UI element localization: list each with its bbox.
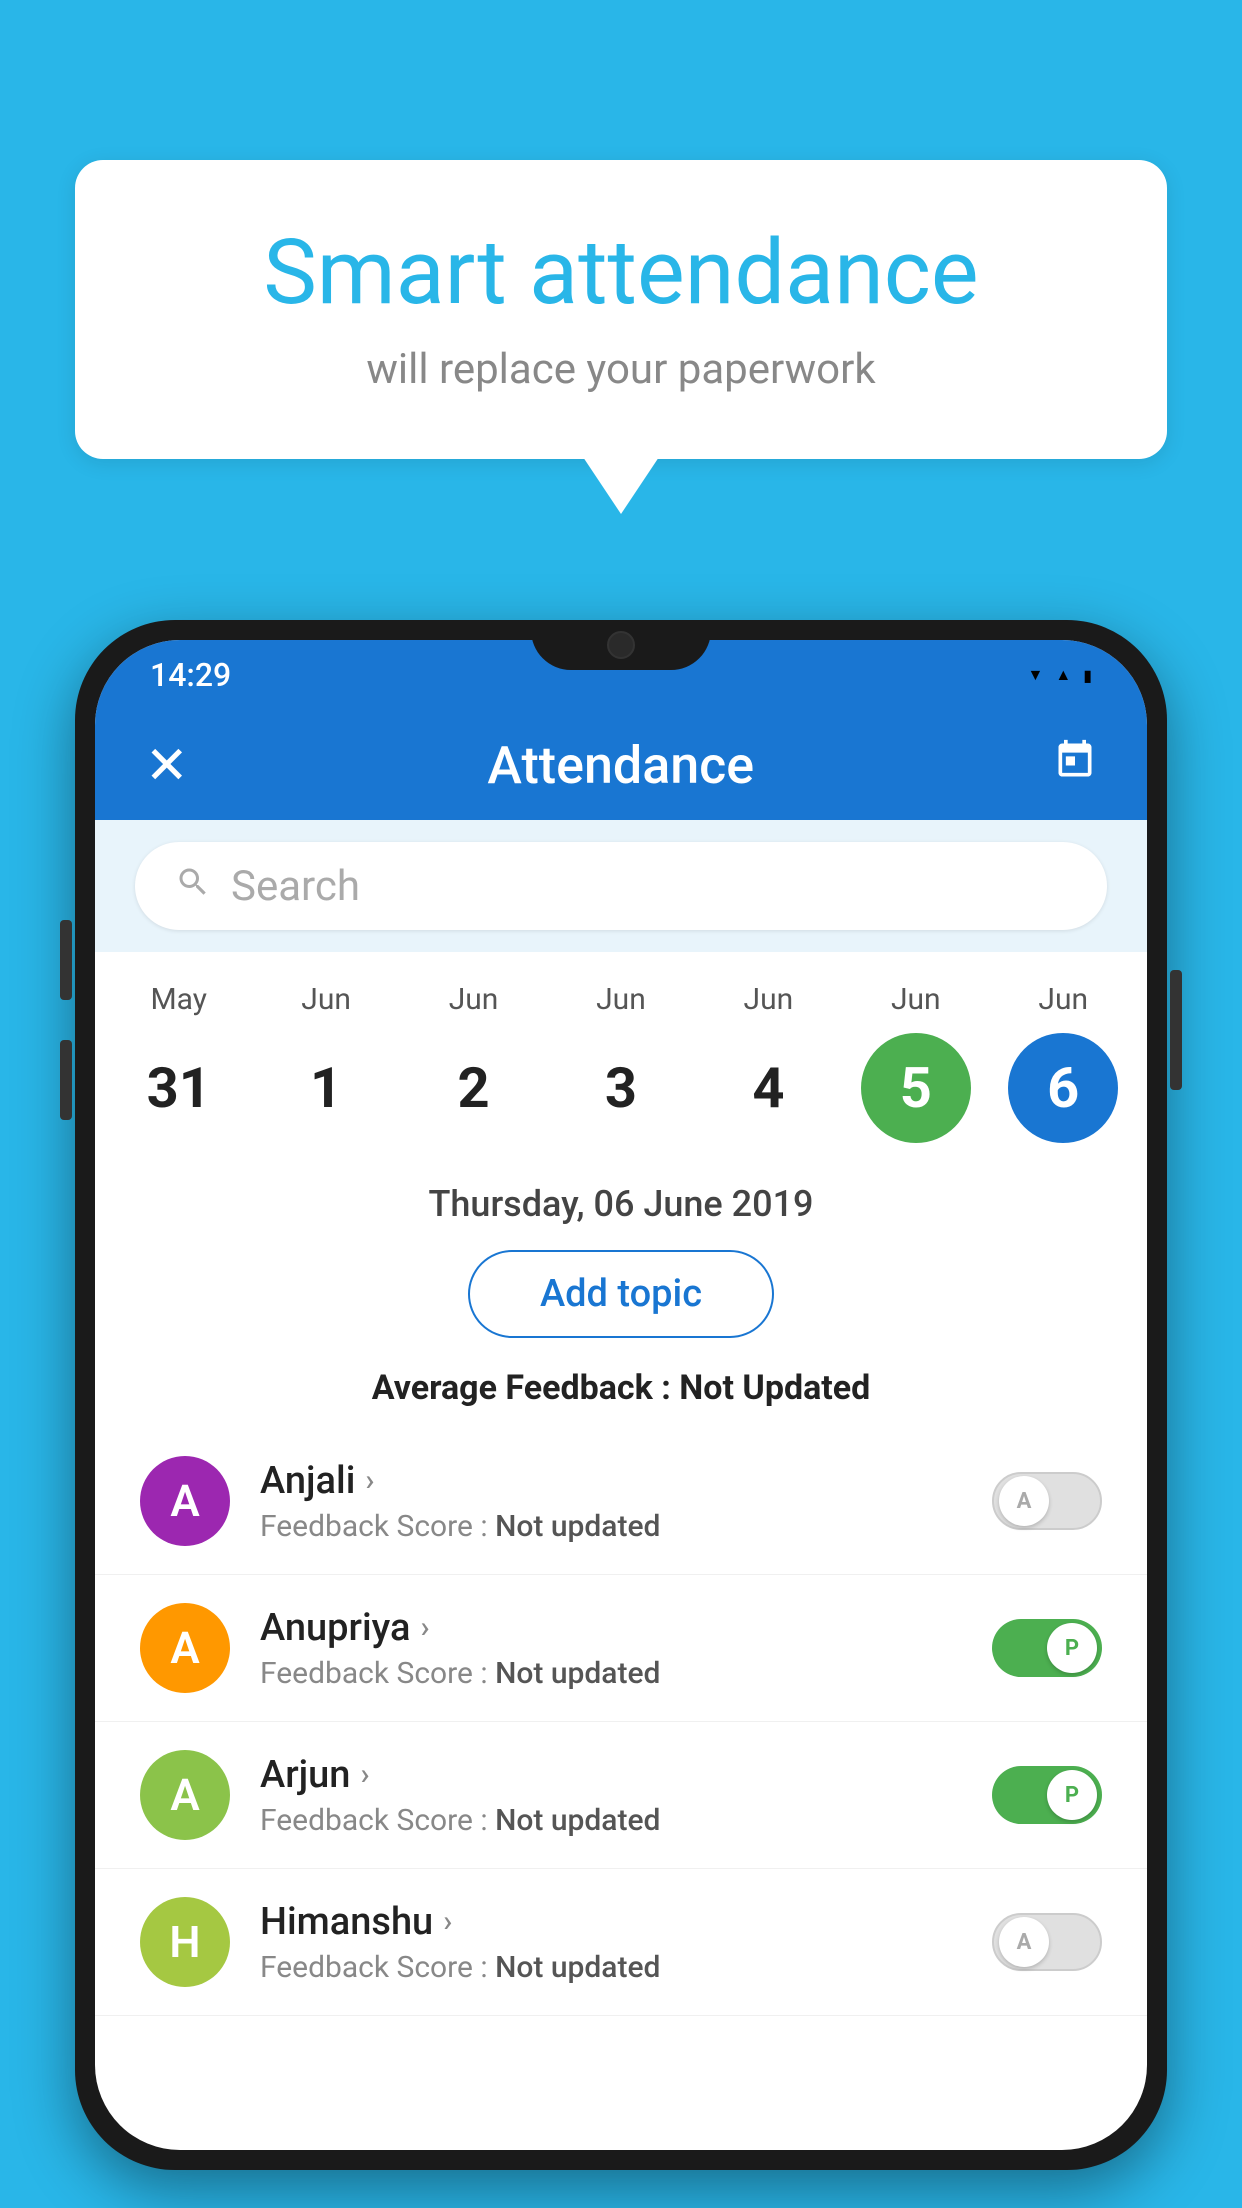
student-feedback-score: Feedback Score : Not updated — [260, 1950, 962, 1985]
cal-month-label: Jun — [744, 982, 794, 1017]
calendar-day[interactable]: Jun 2 — [409, 982, 539, 1143]
cal-month-label: Jun — [1038, 982, 1088, 1017]
calendar-day[interactable]: May 31 — [114, 982, 244, 1143]
date-full: Thursday, 06 June 2019 — [428, 1183, 813, 1225]
app-bar: ✕ Attendance — [95, 710, 1147, 820]
calendar-day[interactable]: Jun 6 — [998, 982, 1128, 1143]
avatar: A — [140, 1456, 230, 1546]
close-button[interactable]: ✕ — [145, 735, 189, 796]
battery-icon: ▮ — [1083, 666, 1092, 685]
chevron-right-icon: › — [365, 1463, 374, 1498]
cal-month-label: Jun — [596, 982, 646, 1017]
average-feedback-label: Average Feedback : — [372, 1368, 680, 1408]
cal-date-number: 4 — [713, 1033, 823, 1143]
average-feedback: Average Feedback : Not Updated — [95, 1358, 1147, 1428]
cal-date-number: 3 — [566, 1033, 676, 1143]
cal-month-label: Jun — [449, 982, 499, 1017]
student-item[interactable]: A Arjun › Feedback Score : Not updated P — [95, 1722, 1147, 1869]
cal-date-number: 31 — [124, 1033, 234, 1143]
toggle-container[interactable]: P — [992, 1766, 1102, 1824]
avatar: H — [140, 1897, 230, 1987]
phone-notch — [531, 620, 711, 670]
student-info: Anjali › Feedback Score : Not updated — [260, 1459, 962, 1544]
student-list: AAnjali ›Feedback Score : Not updatedAAA… — [95, 1428, 1147, 2016]
volume-down-button — [60, 1040, 72, 1120]
student-item[interactable]: A Anjali › Feedback Score : Not updated A — [95, 1428, 1147, 1575]
student-name: Himanshu › — [260, 1900, 962, 1944]
chevron-right-icon: › — [420, 1610, 429, 1645]
toggle-knob: A — [999, 1917, 1049, 1967]
student-name: Anjali › — [260, 1459, 962, 1503]
search-input-placeholder: Search — [231, 862, 360, 911]
signal-icon: ▲ — [1055, 665, 1071, 685]
student-name: Anupriya › — [260, 1606, 962, 1650]
toggle-knob: P — [1047, 1623, 1097, 1673]
volume-up-button — [60, 920, 72, 1000]
search-bar[interactable]: Search — [135, 842, 1107, 930]
student-feedback-score: Feedback Score : Not updated — [260, 1803, 962, 1838]
app-bar-title: Attendance — [487, 735, 754, 796]
calendar-strip: May 31 Jun 1 Jun 2 Jun 3 Jun 4 Jun 5 Jun 6 — [95, 952, 1147, 1163]
attendance-toggle[interactable]: P — [992, 1766, 1102, 1824]
cal-date-number: 5 — [861, 1033, 971, 1143]
date-info: Thursday, 06 June 2019 — [95, 1163, 1147, 1230]
student-feedback-score: Feedback Score : Not updated — [260, 1509, 962, 1544]
cal-month-label: Jun — [891, 982, 941, 1017]
add-topic-container: Add topic — [95, 1230, 1147, 1358]
average-feedback-value: Not Updated — [679, 1368, 870, 1408]
chevron-right-icon: › — [360, 1757, 369, 1792]
student-info: Anupriya › Feedback Score : Not updated — [260, 1606, 962, 1691]
cal-date-number: 1 — [271, 1033, 381, 1143]
cal-date-number: 2 — [419, 1033, 529, 1143]
student-name: Arjun › — [260, 1753, 962, 1797]
search-icon — [175, 863, 211, 910]
toggle-container[interactable]: A — [992, 1913, 1102, 1971]
toggle-knob: P — [1047, 1770, 1097, 1820]
power-button — [1170, 970, 1182, 1090]
avatar: A — [140, 1603, 230, 1693]
add-topic-button[interactable]: Add topic — [468, 1250, 774, 1338]
search-container: Search — [95, 820, 1147, 952]
calendar-day[interactable]: Jun 1 — [261, 982, 391, 1143]
student-feedback-score: Feedback Score : Not updated — [260, 1656, 962, 1691]
status-icons: ▼ ▲ ▮ — [1028, 665, 1093, 685]
bubble-title: Smart attendance — [155, 220, 1087, 325]
speech-bubble: Smart attendance will replace your paper… — [75, 160, 1167, 459]
student-item[interactable]: H Himanshu › Feedback Score : Not updated A — [95, 1869, 1147, 2016]
calendar-day[interactable]: Jun 4 — [703, 982, 833, 1143]
toggle-container[interactable]: P — [992, 1619, 1102, 1677]
attendance-toggle[interactable]: A — [992, 1472, 1102, 1530]
student-item[interactable]: A Anupriya › Feedback Score : Not updated P — [95, 1575, 1147, 1722]
phone-camera — [607, 631, 635, 659]
wifi-icon: ▼ — [1028, 665, 1044, 685]
speech-bubble-container: Smart attendance will replace your paper… — [75, 160, 1167, 459]
calendar-button[interactable] — [1053, 738, 1097, 793]
phone-outer: 14:29 ▼ ▲ ▮ ✕ Attendance — [75, 620, 1167, 2170]
calendar-day[interactable]: Jun 5 — [851, 982, 981, 1143]
avatar: A — [140, 1750, 230, 1840]
toggle-knob: A — [999, 1476, 1049, 1526]
cal-date-number: 6 — [1008, 1033, 1118, 1143]
student-info: Himanshu › Feedback Score : Not updated — [260, 1900, 962, 1985]
phone-screen: 14:29 ▼ ▲ ▮ ✕ Attendance — [95, 640, 1147, 2150]
toggle-container[interactable]: A — [992, 1472, 1102, 1530]
calendar-day[interactable]: Jun 3 — [556, 982, 686, 1143]
phone-frame: 14:29 ▼ ▲ ▮ ✕ Attendance — [75, 620, 1167, 2208]
chevron-right-icon: › — [443, 1904, 452, 1939]
attendance-toggle[interactable]: P — [992, 1619, 1102, 1677]
cal-month-label: Jun — [301, 982, 351, 1017]
cal-month-label: May — [150, 982, 206, 1017]
attendance-toggle[interactable]: A — [992, 1913, 1102, 1971]
student-info: Arjun › Feedback Score : Not updated — [260, 1753, 962, 1838]
bubble-subtitle: will replace your paperwork — [155, 345, 1087, 394]
status-time: 14:29 — [150, 656, 231, 694]
